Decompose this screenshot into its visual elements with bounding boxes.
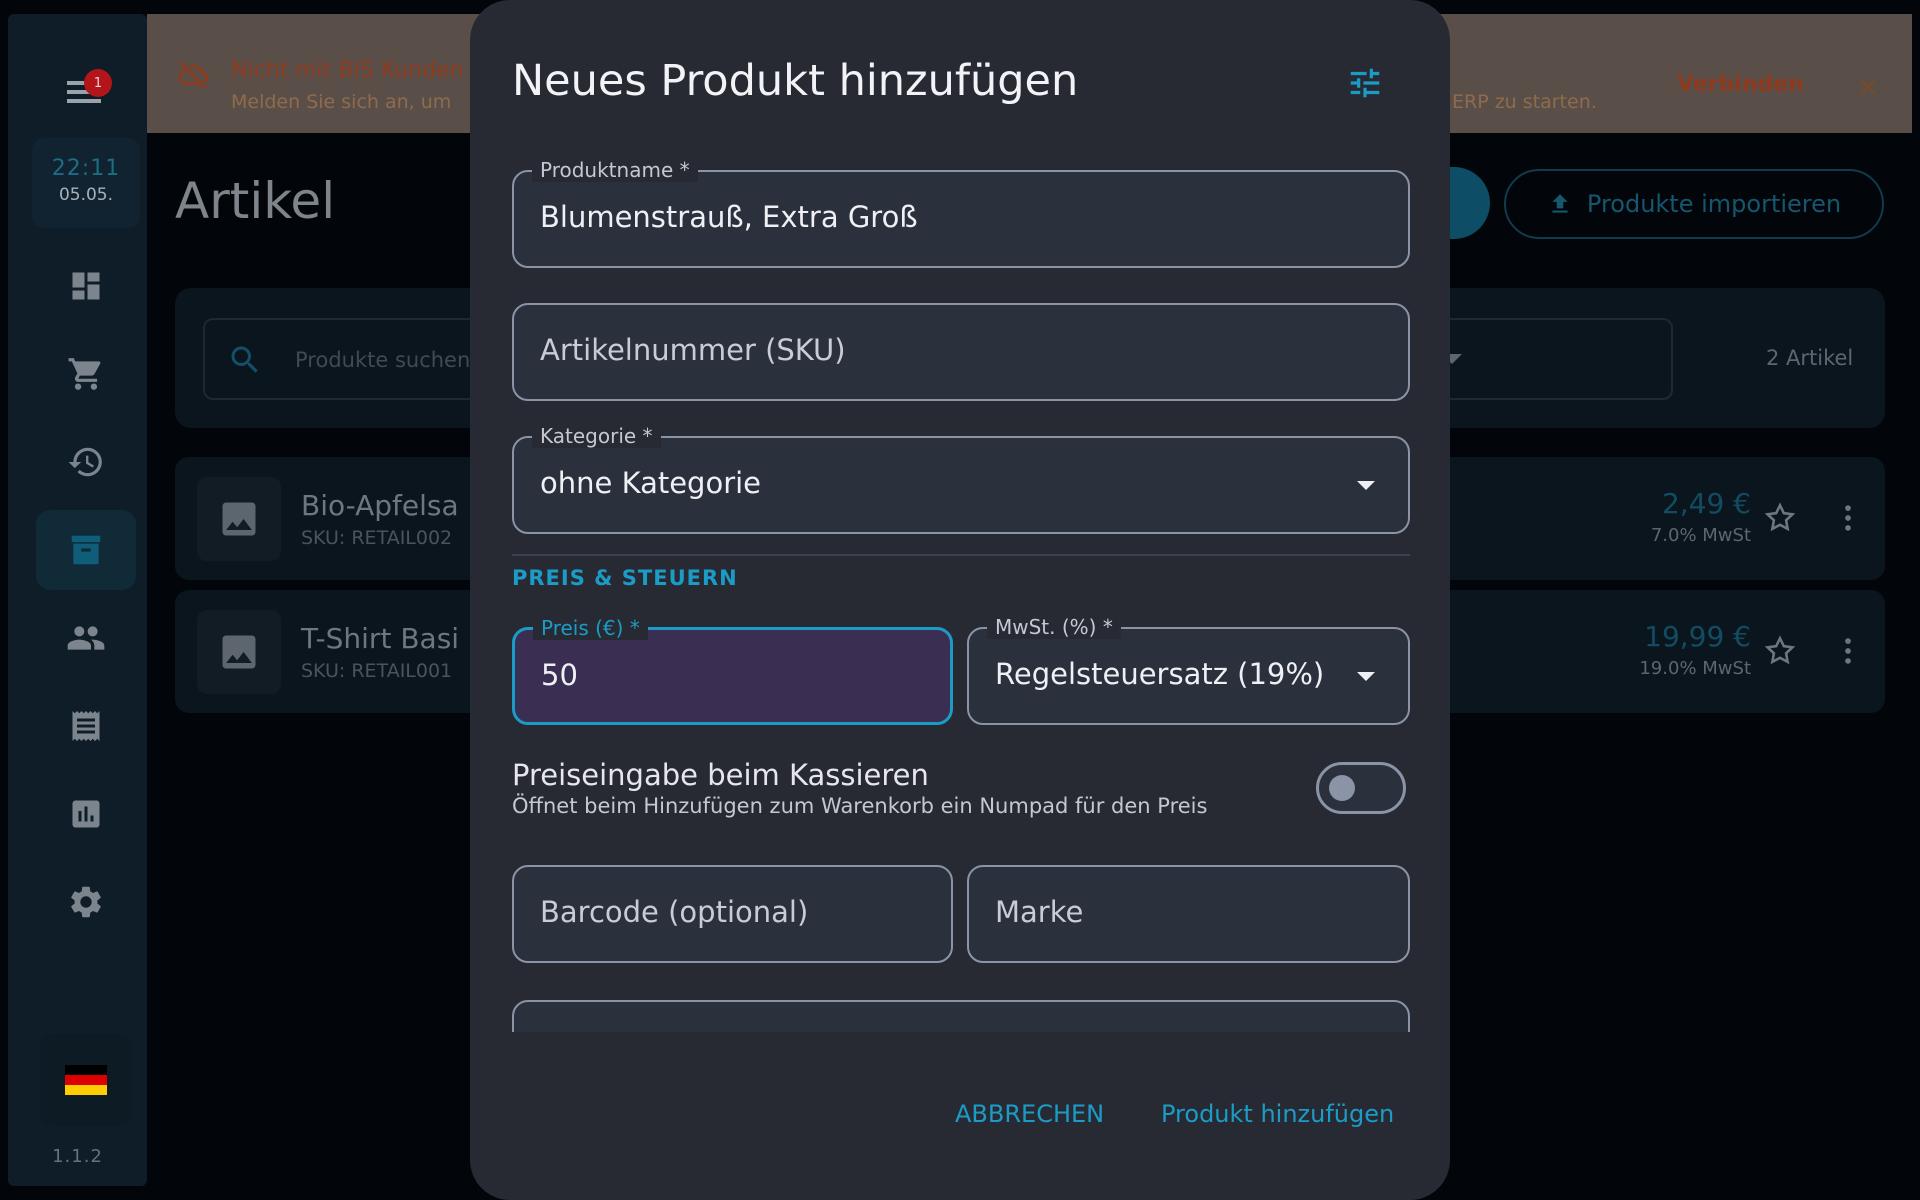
section-divider	[512, 554, 1410, 556]
product-image	[197, 477, 281, 561]
brand-field[interactable]: Marke	[967, 865, 1410, 963]
category-select[interactable]: Kategorie * ohne Kategorie	[512, 424, 1410, 534]
vat-label: MwSt. (%) *	[987, 615, 1121, 639]
product-count: 2 Artikel	[1766, 346, 1854, 370]
price-label: Preis (€) *	[533, 616, 648, 640]
price-field[interactable]: Preis (€) * 50	[512, 616, 953, 725]
cancel-button[interactable]: ABBRECHEN	[955, 1100, 1104, 1128]
brand-placeholder: Marke	[995, 895, 1084, 929]
nav-history[interactable]	[36, 422, 136, 502]
product-sku: SKU: RETAIL002	[301, 527, 453, 549]
archive-icon	[71, 535, 101, 565]
banner-text: Melden Sie sich an, um	[231, 91, 452, 113]
nav-products[interactable]	[36, 510, 136, 590]
product-image	[197, 610, 281, 694]
dashboard-icon	[72, 272, 100, 300]
nav-reports[interactable]	[36, 774, 136, 854]
cloud-off-icon	[178, 61, 209, 89]
tune-icon[interactable]	[1346, 64, 1384, 102]
cart-icon	[68, 358, 101, 390]
product-price: 19,99 €	[1644, 620, 1751, 653]
connect-button[interactable]: Verbinden	[1677, 72, 1804, 97]
page-title: Artikel	[175, 172, 336, 230]
gear-icon	[71, 886, 101, 918]
close-icon: ×	[1857, 72, 1879, 102]
product-name-field[interactable]: Produktname * Blumenstrauß, Extra Groß	[512, 158, 1410, 268]
sku-placeholder: Artikelnummer (SKU)	[540, 333, 846, 367]
more-vert-icon[interactable]	[1831, 501, 1865, 535]
nav-cart[interactable]	[36, 334, 136, 414]
product-price: 2,49 €	[1661, 487, 1751, 520]
image-icon	[222, 635, 256, 669]
dialog-title: Neues Produkt hinzufügen	[512, 56, 1079, 106]
star-icon[interactable]	[1763, 634, 1797, 668]
more-vert-icon[interactable]	[1831, 634, 1865, 668]
upload-icon	[1552, 194, 1568, 213]
clock-date: 05.05.	[58, 185, 114, 205]
category-value: ohne Kategorie	[540, 466, 762, 500]
product-tax: 19.0% MwSt	[1639, 658, 1751, 679]
close-banner-button[interactable]: ×	[1857, 72, 1879, 102]
vat-select[interactable]: MwSt. (%) * Regelsteuersatz (19%)	[967, 615, 1410, 725]
notification-badge: 1	[84, 69, 112, 97]
banner-text-end: ERP zu starten.	[1452, 91, 1597, 113]
banner-title: Nicht mit BIS Kunden	[231, 58, 464, 83]
price-entry-title: Preiseingabe beim Kassieren	[512, 758, 929, 792]
product-sku: SKU: RETAIL001	[301, 660, 453, 682]
search-placeholder: Produkte suchen	[295, 348, 471, 372]
product-name: Bio-Apfelsa	[301, 489, 459, 522]
sku-field[interactable]: Artikelnummer (SKU)	[512, 303, 1410, 401]
image-icon	[222, 502, 256, 536]
product-name-value: Blumenstrauß, Extra Groß	[540, 200, 918, 234]
search-icon	[231, 346, 258, 373]
price-entry-description: Öffnet beim Hinzufügen zum Warenkorb ein…	[512, 794, 1208, 818]
price-value: 50	[541, 658, 578, 692]
clock-time: 22:11	[51, 156, 121, 181]
german-flag-icon	[65, 1065, 107, 1095]
chevron-down-icon	[1357, 481, 1375, 490]
star-icon[interactable]	[1763, 501, 1797, 535]
import-label: Produkte importieren	[1586, 190, 1842, 218]
toggle-knob	[1329, 775, 1355, 801]
nav-settings[interactable]	[36, 862, 136, 942]
sidebar: 1 22:11 05.05. 1.1.2	[8, 14, 147, 1186]
vat-value: Regelsteuersatz (19%)	[995, 657, 1325, 691]
product-name-label: Produktname *	[532, 158, 698, 182]
app-version: 1.1.2	[52, 1146, 103, 1167]
history-icon	[68, 447, 102, 477]
add-product-submit-button[interactable]: Produkt hinzufügen	[1161, 1100, 1394, 1128]
receipt-icon	[72, 711, 100, 741]
import-products-button[interactable]: Produkte importieren	[1504, 169, 1884, 239]
section-price-tax: PREIS & STEUERN	[512, 566, 738, 590]
category-label: Kategorie *	[532, 424, 661, 448]
product-name: T-Shirt Basi	[301, 622, 460, 655]
chevron-down-icon	[1357, 672, 1375, 681]
nav-receipts[interactable]	[36, 686, 136, 766]
scroll-clip	[470, 1000, 1450, 1032]
people-icon	[67, 626, 105, 650]
bar-chart-icon	[72, 800, 100, 828]
nav-dashboard[interactable]	[36, 246, 136, 326]
product-tax: 7.0% MwSt	[1650, 525, 1751, 546]
language-switcher[interactable]	[40, 1034, 132, 1126]
barcode-placeholder: Barcode (optional)	[540, 895, 809, 929]
barcode-field[interactable]: Barcode (optional)	[512, 865, 953, 963]
nav-customers[interactable]	[36, 598, 136, 678]
price-entry-toggle[interactable]	[1316, 762, 1406, 814]
clock-widget: 22:11 05.05.	[32, 138, 140, 228]
add-product-dialog: Neues Produkt hinzufügen Produktname * B…	[470, 0, 1450, 1200]
additional-field[interactable]	[512, 1000, 1410, 1032]
